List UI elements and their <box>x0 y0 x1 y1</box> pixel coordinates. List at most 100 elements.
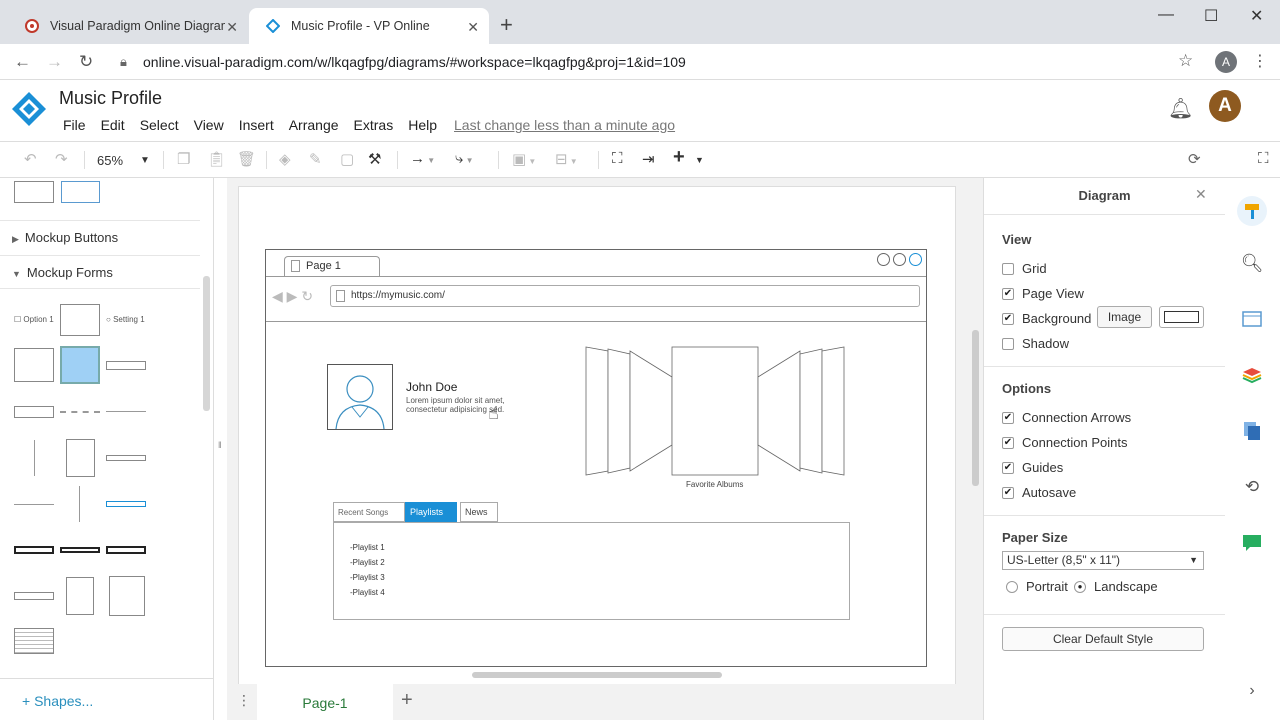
shape-vertical-line[interactable] <box>79 486 80 522</box>
history-icon[interactable]: ⟲ <box>1240 475 1264 499</box>
menu-help[interactable]: Help <box>408 117 437 133</box>
browser-profile-avatar[interactable]: A <box>1215 51 1237 73</box>
menu-view[interactable]: View <box>194 117 224 133</box>
mockup-tab[interactable]: Page 1 <box>284 256 380 276</box>
new-tab-button[interactable]: + <box>500 14 513 36</box>
menu-select[interactable]: Select <box>140 117 179 133</box>
fit-page-icon[interactable]: ⛶ <box>612 150 623 167</box>
menu-extras[interactable]: Extras <box>354 117 394 133</box>
copy-icon[interactable]: ❐ <box>177 150 190 168</box>
shape-color-picker[interactable] <box>60 346 100 384</box>
delete-icon[interactable]: 🗑︎ <box>237 150 256 168</box>
paste-icon[interactable]: 📋︎ <box>207 150 226 168</box>
shape-calendar[interactable] <box>109 576 145 616</box>
checkbox-checked[interactable]: ✔ <box>1002 486 1014 499</box>
notification-bell-icon[interactable]: 🔔︎ <box>1168 96 1193 121</box>
shape-form-panel[interactable] <box>66 577 94 615</box>
shape-setting-option[interactable]: ○ Setting 1 <box>106 315 145 324</box>
landscape-radio[interactable]: ● Landscape <box>1074 579 1158 594</box>
shape-progress-bar[interactable] <box>60 411 100 413</box>
vp-logo-icon[interactable] <box>10 90 48 128</box>
shadow-checkbox[interactable]: Shadow <box>1002 336 1069 351</box>
redo-icon[interactable]: ↷ <box>55 150 68 168</box>
format-painter-icon[interactable]: ⚒ <box>368 150 381 168</box>
shape-slider[interactable] <box>106 411 146 412</box>
shape-radio-option[interactable]: ☐ Option 1 <box>14 315 54 324</box>
shape-menu-bar[interactable] <box>106 501 146 507</box>
shape-combo[interactable] <box>106 455 146 461</box>
connector-style-icon[interactable]: → ▼ <box>410 150 435 167</box>
align-icon[interactable]: ⊟ ▼ <box>555 150 578 168</box>
clear-default-style-button[interactable]: Clear Default Style <box>1002 627 1204 651</box>
search-icon[interactable]: 🔍︎ <box>1240 251 1264 275</box>
close-tab-icon[interactable]: ✕ <box>226 19 238 36</box>
checkbox-box[interactable] <box>1002 337 1014 350</box>
more-shapes-link[interactable]: + Shapes... <box>0 678 213 720</box>
shape-checkbox-list[interactable] <box>60 304 100 336</box>
radio-button[interactable] <box>1006 580 1018 593</box>
shape-button-thick[interactable] <box>14 546 54 554</box>
shape-text-area[interactable] <box>14 628 54 654</box>
connection-arrows-checkbox[interactable]: ✔ Connection Arrows <box>1002 410 1131 425</box>
back-icon[interactable]: ← <box>14 52 31 72</box>
shape-horizontal-line[interactable] <box>14 504 54 505</box>
shape-search-box[interactable] <box>14 592 54 600</box>
page-tab[interactable]: Page-1 <box>257 684 393 720</box>
browser-menu-icon[interactable]: ⋮ <box>1252 51 1268 71</box>
checkbox-checked[interactable]: ✔ <box>1002 411 1014 424</box>
close-panel-icon[interactable]: ✕ <box>1195 186 1207 203</box>
close-window-icon[interactable]: ✕ <box>1250 6 1263 26</box>
minimize-icon[interactable]: — <box>1158 6 1174 24</box>
shape-text-input[interactable] <box>14 406 54 418</box>
undo-icon[interactable]: ↶ <box>24 150 37 168</box>
shape-button-thin[interactable] <box>106 546 146 554</box>
zoom-level[interactable]: 65% <box>97 153 123 168</box>
shape-spinner[interactable] <box>106 361 146 370</box>
fullscreen-icon[interactable]: ⛶ <box>1258 150 1269 167</box>
pages-menu-icon[interactable]: ⋮ <box>237 692 251 709</box>
checkbox-checked[interactable]: ✔ <box>1002 287 1014 300</box>
insert-dropdown-icon[interactable]: ▼ <box>695 155 704 165</box>
guides-checkbox[interactable]: ✔ Guides <box>1002 460 1063 475</box>
line-color-icon[interactable]: ✎ <box>309 150 322 168</box>
background-checkbox[interactable]: ✔ Background <box>1002 311 1091 326</box>
forward-icon[interactable]: → <box>46 52 63 72</box>
left-panel-scrollbar[interactable] <box>203 276 210 411</box>
zoom-dropdown-icon[interactable]: ▼ <box>140 155 150 166</box>
background-image-button[interactable]: Image <box>1097 306 1152 328</box>
shape-button-medium[interactable] <box>60 547 100 553</box>
document-title[interactable]: Music Profile <box>59 88 162 109</box>
checkbox-checked[interactable]: ✔ <box>1002 436 1014 449</box>
comments-icon[interactable] <box>1240 531 1264 555</box>
paper-size-select[interactable]: US-Letter (8,5" x 11") ▼ <box>1002 551 1204 570</box>
menu-file[interactable]: File <box>63 117 86 133</box>
reload-icon[interactable]: ↻ <box>79 52 93 72</box>
page-outline-icon[interactable] <box>1240 307 1264 331</box>
grid-checkbox[interactable]: Grid <box>1002 261 1047 276</box>
arrange-icon[interactable]: ▣ ▼ <box>512 150 536 168</box>
shape-list-box[interactable] <box>66 439 95 477</box>
background-color-swatch[interactable] <box>1159 306 1204 328</box>
autosave-checkbox[interactable]: ✔ Autosave <box>1002 485 1076 500</box>
shadow-icon[interactable]: ▢ <box>340 150 354 168</box>
pages-icon[interactable] <box>1240 419 1264 443</box>
menu-edit[interactable]: Edit <box>101 117 125 133</box>
bookmark-star-icon[interactable]: ☆ <box>1178 51 1193 71</box>
browser-tab-vp-diagrams[interactable]: Visual Paradigm Online Diagrams ✕ <box>8 8 248 44</box>
layers-icon[interactable] <box>1240 363 1264 387</box>
fit-width-icon[interactable]: ⇥ <box>642 150 655 168</box>
browser-mockup[interactable]: Page 1 ◀ ▶ ↻ https://mymusic.com/ John D… <box>265 249 927 667</box>
section-mockup-forms[interactable]: ▼ Mockup Forms <box>0 255 200 289</box>
shape-thumbnail[interactable] <box>14 181 54 203</box>
last-change-link[interactable]: Last change less than a minute ago <box>454 117 675 133</box>
url-field[interactable]: online.visual-paradigm.com/w/lkqagfpg/di… <box>143 54 686 70</box>
sync-icon[interactable]: ⟳ <box>1188 150 1201 168</box>
collapse-rail-icon[interactable]: › <box>1240 679 1264 703</box>
maximize-icon[interactable]: ☐ <box>1204 6 1218 26</box>
connection-points-checkbox[interactable]: ✔ Connection Points <box>1002 435 1128 450</box>
shape-radio-list[interactable] <box>14 348 54 382</box>
tab-recent-songs[interactable]: Recent Songs <box>333 502 405 522</box>
canvas-vertical-scrollbar[interactable] <box>972 330 979 486</box>
tab-news[interactable]: News <box>460 502 498 522</box>
format-paintbrush-icon[interactable] <box>1237 196 1267 226</box>
